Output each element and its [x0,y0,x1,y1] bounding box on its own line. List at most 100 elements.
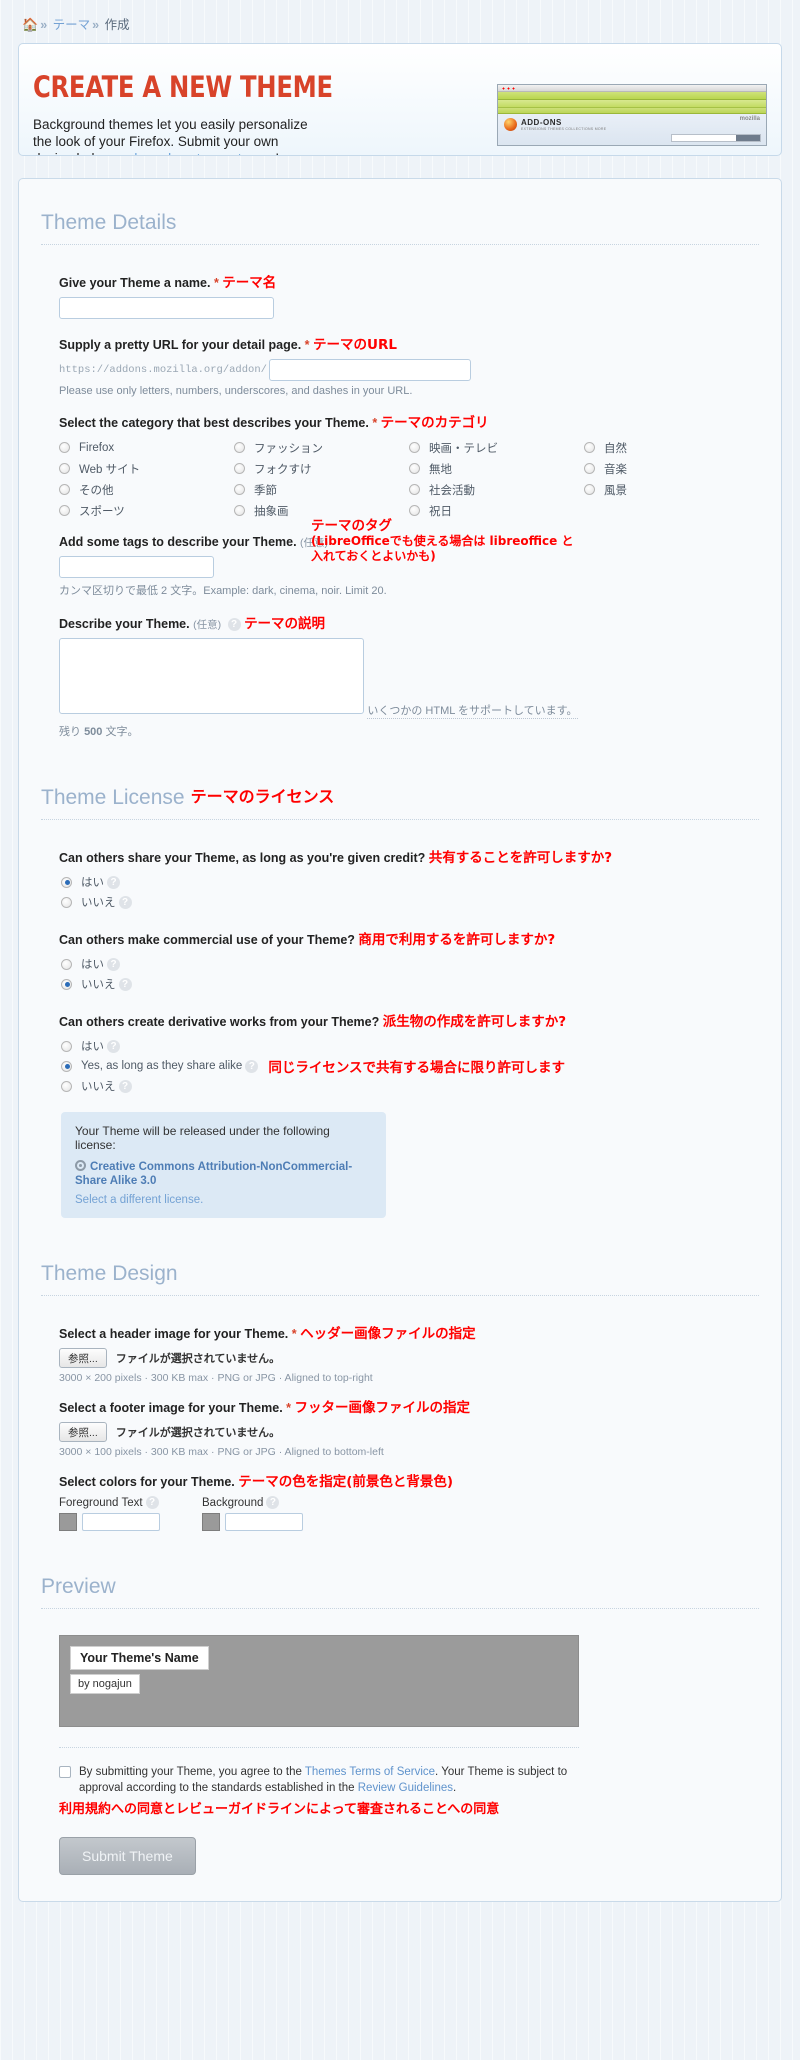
breadcrumb-item-themes[interactable]: テーマ [53,18,91,32]
radio-icon[interactable] [409,484,420,495]
required-marker-category: * [372,416,378,430]
question-icon[interactable]: ? [107,1039,120,1053]
question-icon[interactable]: ? [118,977,132,991]
category-option[interactable]: 風景 [584,479,759,500]
license-commercial-option-yes[interactable]: はい? [61,954,759,974]
learn-how-link[interactable]: learn how to create one [134,151,275,155]
radio-icon[interactable] [59,463,70,474]
radio-icon[interactable] [61,876,72,888]
review-guidelines-link[interactable]: Review Guidelines [358,1782,453,1794]
license-derivative-option-yes[interactable]: はい? [61,1036,759,1056]
screenshot-titlebar [498,85,766,92]
radio-icon[interactable] [409,442,420,453]
license-share-option-yes[interactable]: はい? [61,872,759,892]
theme-tags-input[interactable] [59,556,214,578]
foreground-color-row [59,1513,160,1531]
hint-html-supported: いくつかの HTML をサポートしています。 [367,702,578,719]
category-option[interactable]: 音楽 [584,458,759,479]
question-icon[interactable]: ? [145,1496,159,1509]
question-icon[interactable]: ? [227,618,241,631]
category-option[interactable]: スポーツ [59,500,234,521]
category-option[interactable]: Web サイト [59,458,234,479]
license-share-option-no[interactable]: いいえ? [61,892,759,912]
divider-footer [59,1747,579,1748]
license-questions: Can others share your Theme, as long as … [59,846,759,1218]
category-option[interactable]: ファッション [234,437,409,458]
radio-icon[interactable] [59,505,70,516]
annotation-license-derivative: 派生物の作成を許可しますか? [382,1014,567,1030]
terms-post: . [453,1782,457,1794]
category-option[interactable]: 季節 [234,479,409,500]
category-option[interactable]: 映画・テレビ [409,437,584,458]
category-option[interactable]: 祝日 [409,500,584,521]
theme-description-textarea[interactable] [59,638,364,714]
header-image-browse-button[interactable]: 参照... [59,1348,107,1368]
screenshot-urlbar [498,100,766,108]
label-theme-category-text: Select the category that best describes … [59,416,369,430]
category-option[interactable]: その他 [59,479,234,500]
license-link[interactable]: Creative Commons Attribution-NonCommerci… [75,1160,352,1187]
annotation-theme-license: テーマのライセンス [190,787,335,806]
home-icon[interactable]: 🏠 [22,17,38,32]
radio-icon[interactable] [409,505,420,516]
label-header-image: Select a header image for your Theme. * … [59,1322,759,1342]
license-derivative-option-no[interactable]: いいえ? [61,1076,759,1096]
theme-url-input[interactable] [268,359,471,381]
radio-icon[interactable] [409,463,420,474]
category-option[interactable]: 社会活動 [409,479,584,500]
question-icon[interactable]: ? [118,895,132,909]
category-label: 音楽 [604,463,627,476]
radio-icon[interactable] [234,505,245,516]
radio-icon[interactable] [234,442,245,453]
category-option[interactable]: Firefox [59,437,234,458]
footer-image-browse-button[interactable]: 参照... [59,1422,107,1442]
radio-icon[interactable] [61,958,72,970]
radio-icon[interactable] [61,1060,72,1072]
question-icon[interactable]: ? [118,1079,132,1093]
category-label: Firefox [79,441,115,454]
background-color-swatch[interactable] [202,1513,220,1531]
category-option[interactable]: フォクすけ [234,458,409,479]
radio-icon[interactable] [584,442,595,453]
required-marker-header: * [291,1327,297,1341]
terms-of-service-link[interactable]: Themes Terms of Service [305,1766,435,1778]
license-result-intro: Your Theme will be released under the fo… [75,1124,330,1152]
radio-icon[interactable] [61,978,72,990]
annotation-license-commercial: 商用で利用するを許可しますか? [358,932,556,948]
annotation-tags-line3: 入れておくとよいかも) [311,549,436,563]
radio-icon[interactable] [61,1040,72,1052]
category-radio-grid: Firefox ファッション 映画・テレビ 自然 Web サイト フォクすけ 無… [59,437,759,521]
category-label: フォクすけ [254,463,312,476]
radio-icon[interactable] [584,463,595,474]
license-derivative-option-sharealike[interactable]: Yes, as long as they share alike? 同じライセンス… [61,1056,759,1076]
submit-theme-button[interactable]: Submit Theme [59,1837,196,1875]
question-icon[interactable]: ? [266,1496,280,1509]
radio-icon[interactable] [61,1080,72,1092]
option-label: はい [81,959,104,971]
select-different-license-link[interactable]: Select a different license. [75,1194,372,1206]
radio-icon[interactable] [234,484,245,495]
theme-name-input[interactable] [59,297,274,319]
radio-icon[interactable] [234,463,245,474]
category-option[interactable]: 無地 [409,458,584,479]
radio-icon[interactable] [59,442,70,453]
radio-icon[interactable] [584,484,595,495]
question-icon[interactable]: ? [107,875,120,889]
category-label: その他 [79,484,114,497]
question-icon[interactable]: ? [107,957,120,971]
terms-checkbox[interactable] [59,1766,71,1778]
foreground-color-input[interactable] [82,1513,160,1531]
option-label: いいえ [81,979,116,991]
header-image-status: ファイルが選択されていません。 [115,1353,281,1365]
category-option[interactable]: 自然 [584,437,759,458]
label-theme-name-text: Give your Theme a name. [59,276,211,290]
terms-agreement-row: By submitting your Theme, you agree to t… [59,1764,579,1796]
foreground-color-swatch[interactable] [59,1513,77,1531]
annotation-tags-line1: テーマのタグ [311,518,392,534]
question-icon[interactable]: ? [245,1059,259,1073]
license-commercial-option-no[interactable]: いいえ? [61,974,759,994]
radio-icon[interactable] [61,896,72,908]
background-color-input[interactable] [225,1513,303,1531]
hero-banner: CREATE A NEW THEME Background themes let… [18,43,782,156]
radio-icon[interactable] [59,484,70,495]
